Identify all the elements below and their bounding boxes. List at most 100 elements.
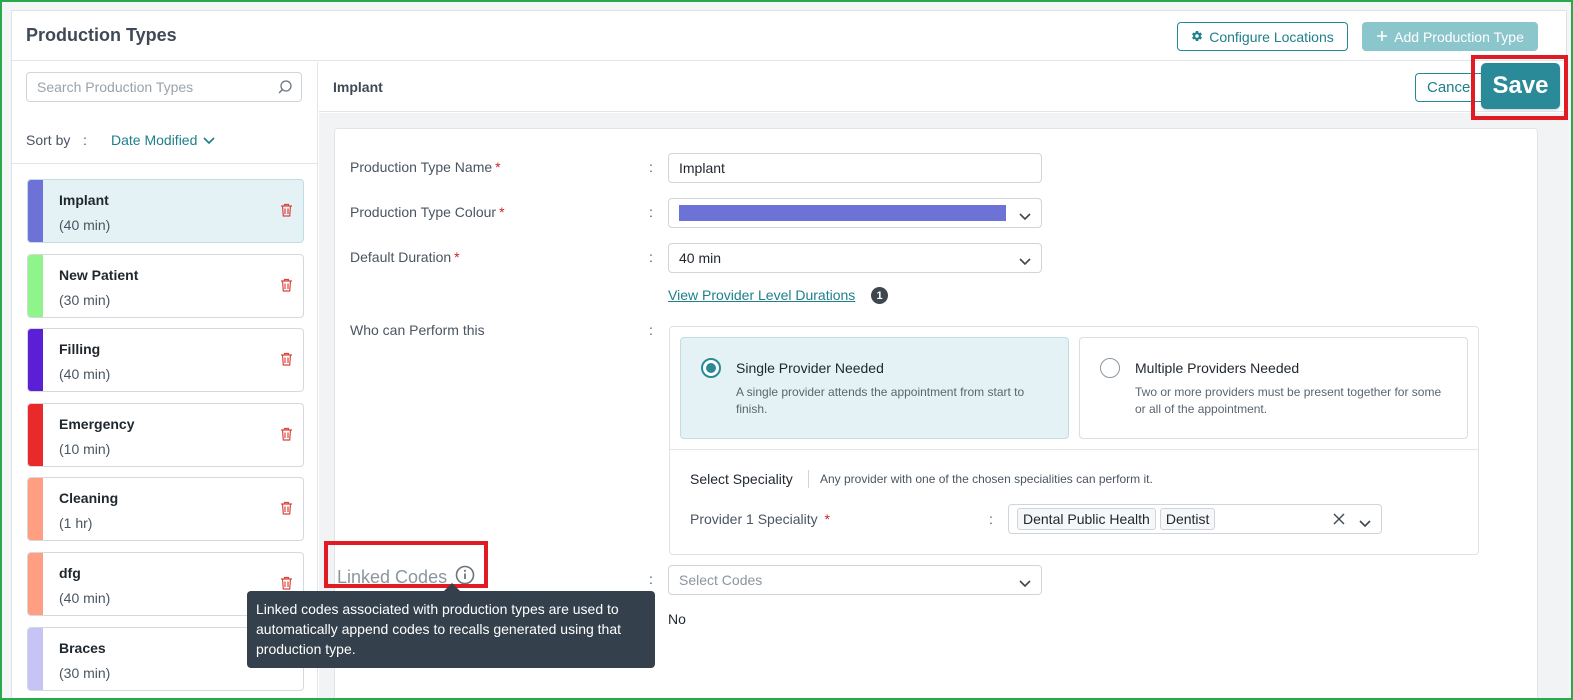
list-item[interactable]: Cleaning (1 hr) bbox=[27, 477, 304, 542]
duration-value: 40 min bbox=[679, 250, 722, 266]
search-icon[interactable] bbox=[277, 79, 293, 100]
required-marker: * bbox=[824, 511, 830, 527]
colon: : bbox=[649, 322, 653, 338]
item-name: Emergency bbox=[59, 415, 135, 432]
item-duration: (10 min) bbox=[59, 440, 111, 457]
sort-dropdown[interactable]: Date Modified bbox=[111, 132, 215, 148]
colon: : bbox=[649, 204, 653, 220]
multiple-providers-option[interactable]: Multiple Providers Needed Two or more pr… bbox=[1079, 337, 1468, 439]
required-marker: * bbox=[495, 159, 501, 175]
required-marker: * bbox=[499, 204, 505, 220]
top-bar: Production Types Configure Locations Add… bbox=[12, 11, 1566, 61]
item-name: dfg bbox=[59, 564, 81, 581]
duration-label-text: Default Duration bbox=[350, 249, 452, 265]
chevron-down-icon bbox=[203, 132, 215, 148]
color-bar bbox=[28, 180, 43, 242]
option-description: Two or more providers must be present to… bbox=[1135, 385, 1442, 416]
name-field[interactable]: Implant bbox=[668, 153, 1042, 183]
trash-icon[interactable] bbox=[280, 501, 293, 520]
editor-header: Implant Cancel bbox=[319, 62, 1568, 112]
speciality-tag[interactable]: Dentist bbox=[1159, 508, 1216, 530]
chevron-down-icon[interactable] bbox=[1359, 515, 1371, 531]
color-bar bbox=[28, 403, 43, 466]
provider-durations-count-badge: 1 bbox=[871, 287, 888, 304]
linked-codes-placeholder: Select Codes bbox=[679, 572, 763, 588]
colon: : bbox=[989, 511, 993, 527]
item-name: Implant bbox=[59, 192, 109, 208]
option-title: Multiple Providers Needed bbox=[1135, 360, 1300, 376]
colour-label-text: Production Type Colour bbox=[350, 204, 497, 220]
item-name: Cleaning bbox=[59, 490, 119, 507]
view-provider-durations-link[interactable]: View Provider Level Durations bbox=[668, 287, 855, 303]
name-label: Production Type Name * bbox=[350, 159, 501, 175]
trash-icon[interactable] bbox=[280, 427, 293, 446]
app-window: Production Types Configure Locations Add… bbox=[11, 10, 1568, 698]
color-bar bbox=[28, 329, 43, 392]
color-bar bbox=[28, 478, 43, 541]
option-description: A single provider attends the appointmen… bbox=[736, 385, 1025, 416]
multiple-providers-radio[interactable] bbox=[1100, 358, 1120, 378]
colour-select[interactable] bbox=[668, 198, 1042, 228]
single-provider-option[interactable]: Single Provider Needed A single provider… bbox=[680, 337, 1069, 439]
chevron-down-icon bbox=[1019, 208, 1031, 224]
add-production-type-button[interactable]: Add Production Type bbox=[1362, 22, 1538, 51]
item-duration: (40 min) bbox=[59, 366, 111, 383]
screen-frame: Production Types Configure Locations Add… bbox=[0, 0, 1573, 700]
name-label-text: Production Type Name bbox=[350, 159, 493, 175]
provider1-speciality-label: Provider 1 Speciality * bbox=[690, 511, 830, 527]
colour-label: Production Type Colour * bbox=[350, 204, 505, 220]
no-value: No bbox=[668, 611, 686, 627]
trash-icon[interactable] bbox=[280, 352, 293, 371]
sort-label: Sort by bbox=[26, 132, 71, 148]
perform-options-box: Single Provider Needed A single provider… bbox=[669, 326, 1479, 555]
duration-select[interactable]: 40 min bbox=[668, 243, 1042, 273]
chevron-down-icon bbox=[1019, 253, 1031, 269]
list-item[interactable]: Emergency (10 min) bbox=[27, 402, 304, 467]
color-bar bbox=[28, 552, 43, 615]
colour-swatch bbox=[679, 205, 1006, 221]
search-input[interactable] bbox=[37, 79, 277, 95]
search-box bbox=[26, 72, 302, 102]
list-item[interactable]: Implant (40 min) bbox=[27, 179, 304, 243]
colon: : bbox=[649, 159, 653, 175]
gear-icon bbox=[1191, 29, 1203, 45]
item-duration: (40 min) bbox=[59, 217, 111, 233]
divider bbox=[670, 449, 1478, 450]
item-duration: (40 min) bbox=[59, 589, 111, 606]
required-marker: * bbox=[454, 249, 460, 265]
provider1-speciality-label-text: Provider 1 Speciality bbox=[690, 511, 818, 527]
colon: : bbox=[649, 249, 653, 265]
configure-locations-button[interactable]: Configure Locations bbox=[1177, 22, 1348, 51]
speciality-title: Select Speciality bbox=[690, 471, 793, 487]
item-duration: (30 min) bbox=[59, 291, 111, 308]
color-bar bbox=[28, 627, 43, 690]
item-duration: (1 hr) bbox=[59, 515, 93, 532]
add-production-type-label: Add Production Type bbox=[1394, 28, 1524, 45]
trash-icon[interactable] bbox=[280, 278, 293, 297]
page-title: Production Types bbox=[26, 25, 177, 45]
linked-codes-highlight-box bbox=[324, 541, 488, 588]
trash-icon[interactable] bbox=[280, 203, 293, 222]
divider bbox=[808, 470, 809, 488]
linked-codes-tooltip: Linked codes associated with production … bbox=[247, 583, 655, 668]
duration-label: Default Duration * bbox=[350, 249, 460, 265]
speciality-multiselect[interactable]: Dental Public Health Dentist bbox=[1008, 504, 1382, 534]
item-name: Filling bbox=[59, 341, 101, 358]
item-name: Braces bbox=[59, 639, 106, 656]
linked-codes-select[interactable]: Select Codes bbox=[668, 565, 1042, 595]
speciality-hint: Any provider with one of the chosen spec… bbox=[820, 472, 1153, 486]
save-button[interactable]: Save bbox=[1481, 63, 1560, 109]
speciality-tag[interactable]: Dental Public Health bbox=[1017, 508, 1156, 530]
perform-label: Who can Perform this bbox=[350, 322, 485, 338]
plus-icon bbox=[1376, 29, 1388, 45]
single-provider-radio[interactable] bbox=[701, 358, 721, 378]
configure-locations-label: Configure Locations bbox=[1209, 28, 1334, 45]
list-item[interactable]: Filling (40 min) bbox=[27, 328, 304, 393]
sort-colon: : bbox=[83, 132, 87, 148]
option-title: Single Provider Needed bbox=[736, 360, 884, 376]
chevron-down-icon bbox=[1019, 575, 1031, 591]
clear-icon[interactable] bbox=[1333, 512, 1345, 528]
item-name: New Patient bbox=[59, 266, 139, 283]
sort-row: Sort by : Date Modified bbox=[12, 114, 318, 164]
list-item[interactable]: New Patient (30 min) bbox=[27, 253, 304, 318]
